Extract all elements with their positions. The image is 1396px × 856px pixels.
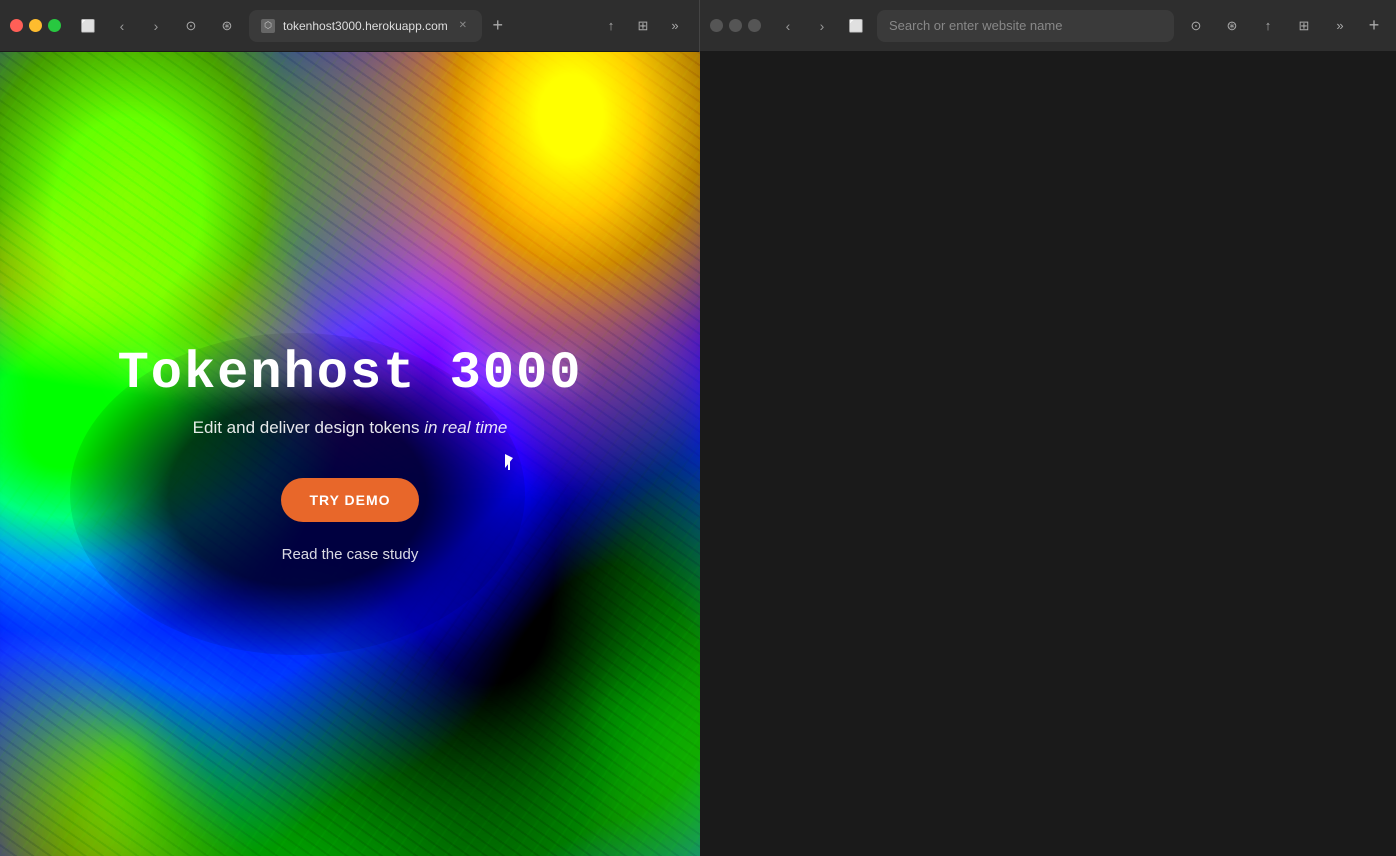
privacy-icon-left[interactable]: ⊙: [177, 12, 205, 40]
forward-button-right[interactable]: ›: [809, 13, 835, 39]
traffic-lights-right: [710, 19, 761, 32]
active-tab-left[interactable]: ⬡ tokenhost3000.herokuapp.com ✕: [249, 10, 482, 42]
titlebar-left: ⬜ ‹ › ⊙ ⊛ ⬡ tokenhost3000.herokuapp.com …: [0, 0, 699, 52]
titlebar-right: ‹ › ⬜ ⊙ ⊛ ↑ ⊞ » +: [700, 0, 1396, 52]
expand-button-left[interactable]: ⊞: [629, 12, 657, 40]
privacy-icon-right[interactable]: ⊙: [1182, 12, 1210, 40]
close-button-right[interactable]: [710, 19, 723, 32]
back-button-left[interactable]: ‹: [109, 13, 135, 39]
case-study-link[interactable]: Read the case study: [282, 546, 419, 563]
maximize-button-right[interactable]: [748, 19, 761, 32]
tab-bar-left: ⬡ tokenhost3000.herokuapp.com ✕ +: [249, 10, 585, 42]
tab-title-left: tokenhost3000.herokuapp.com: [283, 19, 448, 33]
expand-button-right[interactable]: ⊞: [1290, 12, 1318, 40]
try-demo-button[interactable]: Try Demo: [281, 478, 418, 522]
traffic-lights-left: [10, 19, 61, 32]
webpage-left: Tokenhost 3000 Edit and deliver design t…: [0, 52, 700, 856]
close-button[interactable]: [10, 19, 23, 32]
site-subtitle: Edit and deliver design tokens in real t…: [193, 418, 508, 438]
share-button-left[interactable]: ↑: [597, 12, 625, 40]
sidebar-toggle-button[interactable]: ⬜: [75, 13, 101, 39]
tab-favicon-left: ⬡: [261, 19, 275, 33]
subtitle-italic: in real time: [424, 418, 507, 437]
shield-icon-left[interactable]: ⊛: [213, 12, 241, 40]
right-browser-content: [700, 52, 1396, 856]
more-button-left[interactable]: »: [661, 12, 689, 40]
sidebar-toggle-right[interactable]: ⬜: [843, 13, 869, 39]
share-button-right[interactable]: ↑: [1254, 12, 1282, 40]
shield-icon-right[interactable]: ⊛: [1218, 12, 1246, 40]
forward-button-left[interactable]: ›: [143, 13, 169, 39]
minimize-button-right[interactable]: [729, 19, 742, 32]
browser-window-right: ‹ › ⬜ ⊙ ⊛ ↑ ⊞ » +: [700, 0, 1396, 856]
maximize-button[interactable]: [48, 19, 61, 32]
address-bar-right[interactable]: [877, 10, 1174, 42]
more-button-right[interactable]: »: [1326, 12, 1354, 40]
toolbar-right-icons-left: ↑ ⊞ »: [597, 12, 689, 40]
tab-close-button-left[interactable]: ✕: [456, 19, 470, 33]
back-button-right[interactable]: ‹: [775, 13, 801, 39]
browser-window-left: ⬜ ‹ › ⊙ ⊛ ⬡ tokenhost3000.herokuapp.com …: [0, 0, 700, 856]
minimize-button[interactable]: [29, 19, 42, 32]
site-title: Tokenhost 3000: [118, 345, 583, 402]
webpage-content: Tokenhost 3000 Edit and deliver design t…: [0, 52, 700, 856]
new-tab-button-right[interactable]: +: [1362, 14, 1386, 38]
new-tab-button-left[interactable]: +: [486, 14, 510, 38]
webpage-background: Tokenhost 3000 Edit and deliver design t…: [0, 52, 700, 856]
subtitle-plain: Edit and deliver design tokens: [193, 418, 425, 437]
